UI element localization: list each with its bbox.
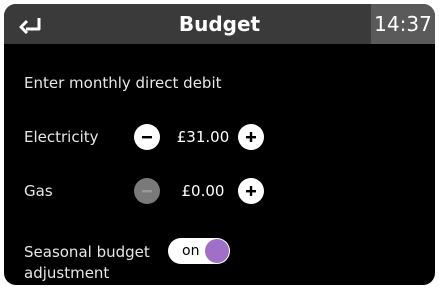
clock-time: 14:37	[371, 4, 435, 44]
seasonal-label-line2: adjustment	[24, 264, 110, 282]
electricity-label: Electricity	[24, 128, 99, 146]
gas-increase-button[interactable]	[238, 178, 264, 204]
seasonal-toggle[interactable]: on	[168, 238, 230, 264]
gas-decrease-button[interactable]	[134, 178, 160, 204]
header-bar: Budget 14:37	[4, 4, 435, 44]
instruction-text: Enter monthly direct debit	[24, 74, 222, 92]
plus-icon	[246, 186, 256, 196]
budget-form: Enter monthly direct debit Electricity £…	[4, 44, 435, 285]
electricity-decrease-button[interactable]	[134, 124, 160, 150]
minus-icon	[142, 190, 152, 193]
minus-icon	[142, 136, 152, 139]
gas-label: Gas	[24, 182, 53, 200]
gas-value: £0.00	[181, 182, 225, 200]
seasonal-label-line1: Seasonal budget	[24, 243, 150, 261]
plus-icon	[246, 132, 256, 142]
toggle-knob	[205, 239, 229, 263]
electricity-value: £31.00	[176, 128, 230, 146]
seasonal-budget-label: Seasonal budget adjustment	[24, 242, 150, 284]
electricity-increase-button[interactable]	[238, 124, 264, 150]
toggle-state-label: on	[182, 243, 200, 259]
device-screen: Budget 14:37 Enter monthly direct debit …	[4, 4, 435, 285]
